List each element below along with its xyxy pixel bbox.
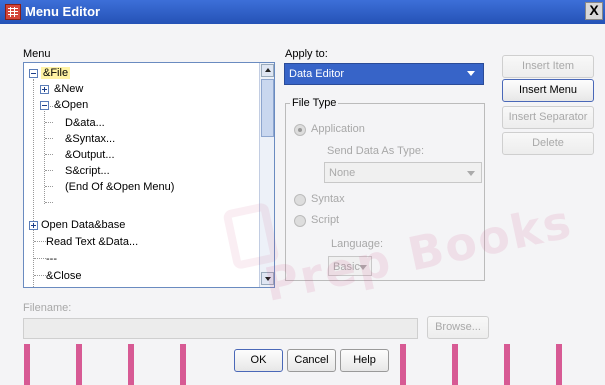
menu-label: Menu — [23, 48, 51, 60]
send-data-select[interactable]: None — [324, 162, 482, 183]
close-button[interactable]: X — [585, 2, 603, 20]
delete-button[interactable]: Delete — [502, 132, 594, 155]
tree-item-file[interactable]: &File — [41, 65, 71, 81]
title-bar: Menu Editor X — [0, 0, 605, 24]
script-label: Script — [311, 214, 340, 226]
application-radio[interactable] — [294, 124, 306, 136]
window-title: Menu Editor — [25, 4, 101, 19]
collapse-icon[interactable] — [40, 101, 49, 110]
tree-item-output[interactable]: &Output... — [65, 147, 115, 163]
tree-item-close[interactable]: &Close — [46, 268, 81, 284]
syntax-label: Syntax — [311, 193, 345, 205]
script-radio[interactable] — [294, 215, 306, 227]
tree-item-syntax[interactable]: &Syntax... — [65, 131, 115, 147]
tree-item-script[interactable]: S&cript... — [65, 163, 110, 179]
browse-button[interactable]: Browse... — [427, 316, 489, 339]
expand-icon[interactable] — [29, 221, 38, 230]
filename-field[interactable] — [23, 318, 418, 339]
tree-item-new[interactable]: &New — [54, 81, 83, 97]
tree-item-read-text-data[interactable]: Read Text &Data... — [46, 234, 138, 250]
ok-button[interactable]: OK — [234, 349, 283, 372]
application-label: Application — [311, 123, 365, 135]
insert-item-button[interactable]: Insert Item — [502, 55, 594, 78]
tree-item-open[interactable]: &Open — [54, 97, 88, 113]
tree-item-data[interactable]: D&ata... — [65, 115, 105, 131]
insert-menu-button[interactable]: Insert Menu — [502, 79, 594, 102]
cancel-button[interactable]: Cancel — [287, 349, 336, 372]
apply-to-select[interactable]: Data Editor — [284, 63, 484, 85]
collapse-icon[interactable] — [29, 69, 38, 78]
scroll-up-icon[interactable] — [261, 64, 274, 77]
file-type-label: File Type — [290, 97, 339, 109]
apply-to-label: Apply to: — [285, 48, 328, 60]
scroll-thumb[interactable] — [261, 79, 274, 137]
tree-item-separator[interactable]: --- — [46, 251, 57, 267]
send-data-as-type-label: Send Data As Type: — [327, 145, 425, 157]
chevron-down-icon — [467, 71, 475, 76]
app-icon — [5, 4, 21, 20]
syntax-radio[interactable] — [294, 194, 306, 206]
chevron-down-icon — [467, 171, 475, 176]
insert-separator-button[interactable]: Insert Separator — [502, 106, 594, 129]
apply-to-value: Data Editor — [289, 68, 345, 80]
tree-item-open-database[interactable]: Open Data&base — [41, 217, 125, 233]
tree-item-end-open-menu[interactable]: (End Of &Open Menu) — [65, 179, 174, 195]
help-button[interactable]: Help — [340, 349, 389, 372]
expand-icon[interactable] — [40, 85, 49, 94]
filename-label: Filename: — [23, 302, 72, 314]
